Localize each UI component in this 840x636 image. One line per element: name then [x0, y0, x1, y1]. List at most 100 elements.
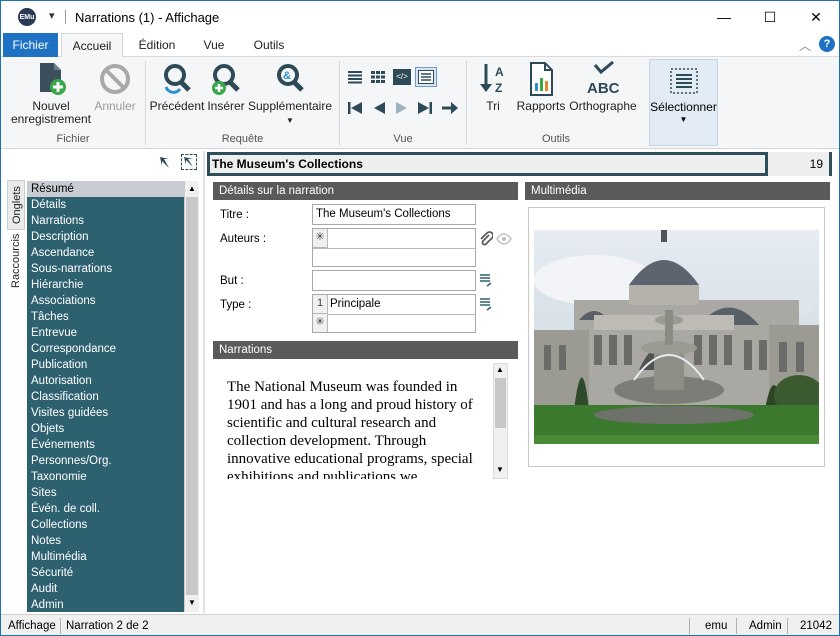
type-value[interactable]: Principale: [330, 295, 381, 314]
sort-button[interactable]: A Z Tri: [477, 61, 509, 113]
supplementary-query-button[interactable]: & Supplémentaire ▼: [247, 61, 333, 127]
tab-list-item[interactable]: Collections: [27, 517, 184, 533]
app-icon-text: EMu: [19, 13, 35, 21]
tab-list-item[interactable]: Sous-narrations: [27, 261, 184, 277]
record-title: The Museum's Collections: [212, 157, 363, 171]
tab-list-item[interactable]: Taxonomie: [27, 469, 184, 485]
tab-vue[interactable]: Vue: [191, 33, 237, 57]
new-row-marker: ✳: [313, 229, 328, 248]
tab-list-item[interactable]: Autorisation: [27, 373, 184, 389]
select-button[interactable]: Sélectionner ▼: [649, 59, 718, 146]
status-bar: Affichage Narration 2 de 2 emu Admin 210…: [1, 614, 839, 635]
tab-list-item[interactable]: Événements: [27, 437, 184, 453]
tab-accueil[interactable]: Accueil: [61, 33, 123, 58]
view-eye-icon[interactable]: [496, 233, 512, 248]
previous-record-icon[interactable]: [372, 101, 386, 118]
new-record-button[interactable]: Nouvel enregistrement: [7, 61, 95, 126]
tab-list-item[interactable]: Sécurité: [27, 565, 184, 581]
tab-list-item[interactable]: Associations: [27, 293, 184, 309]
reports-icon: [530, 62, 553, 96]
lookup-list-icon[interactable]: [479, 297, 493, 314]
title-label: Titre :: [220, 209, 249, 221]
quick-access-dropdown-icon[interactable]: ▾: [49, 9, 55, 22]
supplementary-dropdown-icon[interactable]: ▼: [286, 116, 294, 125]
application-window: EMu ▾ Narrations (1) - Affichage — ☐ ✕ F…: [0, 0, 840, 636]
tab-onglets[interactable]: Onglets: [7, 180, 25, 230]
type-grid[interactable]: 1 Principale ✳: [312, 294, 476, 333]
narration-scrollbar[interactable]: ▲ ▼: [493, 363, 508, 479]
tab-edition[interactable]: Édition: [129, 33, 185, 57]
multimedia-section-header: Multimédia: [525, 182, 830, 200]
supplementary-query-icon: &: [277, 64, 304, 92]
museum-photo[interactable]: [534, 230, 819, 444]
scroll-thumb[interactable]: [186, 197, 198, 595]
tab-outils[interactable]: Outils: [245, 33, 293, 57]
authors-grid[interactable]: ✳: [312, 228, 476, 267]
attachment-icon[interactable]: [479, 231, 494, 250]
lookup-list-icon[interactable]: [479, 273, 493, 290]
tab-list-item[interactable]: Ascendance: [27, 245, 184, 261]
reports-button[interactable]: Rapports: [515, 61, 567, 113]
tab-list-item[interactable]: Multimédia: [27, 549, 184, 565]
app-icon[interactable]: EMu: [18, 8, 36, 26]
record-header: The Museum's Collections 19: [207, 152, 832, 176]
tab-list-item[interactable]: Admin: [27, 597, 184, 612]
tab-list-item[interactable]: Objets: [27, 421, 184, 437]
maximize-button[interactable]: ☐: [747, 1, 793, 33]
close-button[interactable]: ✕: [793, 1, 839, 33]
tab-fichier[interactable]: Fichier: [3, 33, 58, 57]
select-dropdown-icon[interactable]: ▼: [650, 115, 717, 124]
pointer-icon[interactable]: [159, 156, 171, 173]
tab-list-scrollbar[interactable]: ▲ ▼: [184, 181, 199, 612]
cancel-button[interactable]: Annuler: [91, 61, 139, 113]
next-record-icon[interactable]: [395, 101, 409, 118]
tab-list-item[interactable]: Correspondance: [27, 341, 184, 357]
status-separator: [60, 618, 61, 634]
spelling-label: Orthographe: [569, 99, 637, 113]
purpose-field[interactable]: [312, 270, 476, 291]
scroll-up-icon[interactable]: ▲: [188, 184, 196, 193]
minimize-icon: —: [717, 9, 731, 25]
last-record-icon[interactable]: [417, 101, 433, 118]
selection-pointer-icon[interactable]: [181, 154, 197, 170]
tab-list-item[interactable]: Description: [27, 229, 184, 245]
xml-view-icon[interactable]: </>: [393, 69, 411, 85]
tab-list-item[interactable]: Narrations: [27, 213, 184, 229]
splitter[interactable]: [203, 151, 205, 613]
tab-list-item[interactable]: Visites guidées: [27, 405, 184, 421]
insert-query-button[interactable]: Insérer: [206, 61, 246, 113]
tab-list-item[interactable]: Publication: [27, 357, 184, 373]
new-record-label-line1: Nouvel: [32, 99, 70, 113]
tab-raccourcis[interactable]: Raccourcis: [7, 232, 25, 290]
tab-list-item[interactable]: Sites: [27, 485, 184, 501]
collapse-ribbon-icon[interactable]: ︿: [799, 37, 811, 54]
narration-text[interactable]: The National Museum was founded in 1901 …: [227, 378, 491, 479]
tab-list-item[interactable]: Classification: [27, 389, 184, 405]
ribbon: Nouvel enregistrement Annuler Fichier Pr…: [1, 57, 839, 149]
grid-view-icon[interactable]: [370, 70, 386, 84]
tab-list-item[interactable]: Entrevue: [27, 325, 184, 341]
tab-list-item[interactable]: Évén. de coll.: [27, 501, 184, 517]
tab-list-item[interactable]: Détails: [27, 197, 184, 213]
previous-query-button[interactable]: Précédent: [149, 61, 205, 113]
tab-list-item[interactable]: Résumé: [27, 181, 184, 197]
tab-list-item[interactable]: Personnes/Org.: [27, 453, 184, 469]
grid-divider: [313, 248, 475, 249]
minimize-button[interactable]: —: [701, 1, 747, 33]
tab-list-item[interactable]: Hiérarchie: [27, 277, 184, 293]
scroll-down-icon[interactable]: ▼: [188, 598, 196, 607]
tab-list-item[interactable]: Notes: [27, 533, 184, 549]
tab-list-item[interactable]: Audit: [27, 581, 184, 597]
go-to-record-icon[interactable]: [441, 101, 459, 118]
title-field[interactable]: The Museum's Collections: [312, 204, 476, 225]
detail-view-icon[interactable]: [415, 67, 437, 87]
details-section-header: Détails sur la narration: [213, 182, 518, 200]
first-record-icon[interactable]: [347, 101, 363, 118]
help-icon[interactable]: ?: [819, 36, 835, 52]
list-view-icon[interactable]: [347, 70, 363, 84]
scroll-down-icon[interactable]: ▼: [496, 465, 504, 474]
tab-list-item[interactable]: Tâches: [27, 309, 184, 325]
status-record-position: Narration 2 de 2: [66, 620, 149, 632]
scroll-up-icon[interactable]: ▲: [496, 365, 504, 374]
scroll-thumb[interactable]: [495, 378, 506, 428]
